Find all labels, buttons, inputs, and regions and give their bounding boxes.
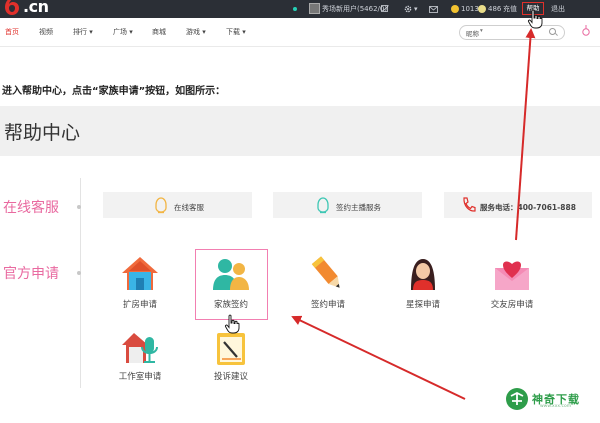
tile-label: 星探申请 bbox=[405, 300, 440, 310]
hand-cursor-icon bbox=[224, 314, 240, 334]
tile-label: 交友房申请 bbox=[490, 300, 534, 310]
pencil-icon bbox=[311, 256, 340, 288]
headset-icon bbox=[317, 197, 329, 214]
nav-item-download[interactable]: 下载 ▾ bbox=[226, 27, 246, 37]
tile-label: 投诉建议 bbox=[213, 372, 248, 382]
hand-cursor-icon bbox=[527, 9, 543, 29]
section-label-official-apply: 官方申请 bbox=[3, 266, 59, 282]
nav-item-games[interactable]: 游戏 ▾ bbox=[186, 27, 206, 37]
tile-label: 家族签约 bbox=[213, 300, 248, 310]
chevron-down-icon[interactable]: ▾ bbox=[480, 28, 483, 34]
studio-mic-icon bbox=[122, 333, 158, 363]
family-icon bbox=[213, 259, 249, 290]
search-scope-select[interactable]: 昵称 bbox=[466, 28, 479, 38]
avatar[interactable] bbox=[309, 3, 320, 14]
nav-item-square[interactable]: 广场 ▾ bbox=[113, 27, 133, 37]
silver-coin-count: 486 bbox=[488, 5, 502, 13]
search-icon[interactable] bbox=[549, 28, 556, 35]
nav-item-mall[interactable]: 商城 bbox=[152, 27, 166, 37]
arrow-to-family-sign bbox=[291, 315, 466, 400]
tile-label: 工作室申请 bbox=[118, 372, 162, 382]
page-title: 帮助中心 bbox=[4, 122, 81, 144]
tile-complaint[interactable]: 投诉建议 bbox=[191, 329, 271, 387]
gold-coin-count: 1013 bbox=[461, 5, 479, 13]
section-divider bbox=[80, 178, 81, 388]
pin-icon[interactable] bbox=[581, 25, 591, 37]
tile-talent-scout[interactable]: 星探申请 bbox=[383, 254, 463, 314]
online-service-label: 在线客服 bbox=[174, 203, 204, 212]
nav-item-home[interactable]: 首页 bbox=[5, 27, 19, 37]
tile-expand-room[interactable]: 扩房申请 bbox=[100, 254, 180, 314]
tile-family-sign[interactable]: 家族签约 bbox=[191, 254, 271, 314]
gear-icon[interactable] bbox=[404, 0, 412, 20]
instruction-text: 进入帮助中心，点击“家族申请”按钮，如图所示： bbox=[2, 86, 226, 97]
watermark-url: www.xxx.com bbox=[540, 404, 572, 409]
watermark-logo-icon bbox=[506, 388, 528, 410]
account-name[interactable]: 秀场新用户(5462/0) bbox=[322, 0, 387, 18]
contract-anchor-service-label: 签约主播服务 bbox=[336, 203, 381, 212]
section-label-online-service: 在线客服 bbox=[3, 200, 59, 216]
house-icon bbox=[122, 257, 158, 290]
recharge-link[interactable]: 充值 bbox=[503, 0, 517, 18]
gold-coin-icon bbox=[451, 5, 459, 13]
section-dot bbox=[77, 205, 81, 209]
nav-item-video[interactable]: 视频 bbox=[39, 27, 53, 37]
live-status-dot bbox=[293, 7, 297, 11]
tile-label: 扩房申请 bbox=[122, 300, 157, 310]
tile-studio-apply[interactable]: 工作室申请 bbox=[100, 329, 180, 387]
tile-dating-room[interactable]: 交友房申请 bbox=[472, 254, 552, 314]
mail-icon[interactable] bbox=[429, 0, 438, 20]
tile-contract-apply[interactable]: 签约申请 bbox=[288, 254, 368, 314]
nav-item-ranking[interactable]: 排行 ▾ bbox=[73, 27, 93, 37]
logo-suffix: .cn bbox=[23, 0, 49, 16]
chevron-down-icon[interactable]: ▾ bbox=[414, 0, 418, 18]
service-phone-label: 服务电话：400-7061-888 bbox=[480, 203, 576, 212]
logout-link[interactable]: 退出 bbox=[551, 0, 565, 18]
complaint-note-icon bbox=[217, 333, 245, 365]
silver-coin-icon bbox=[478, 5, 486, 13]
talent-scout-icon bbox=[411, 259, 435, 290]
help-center-header bbox=[0, 106, 600, 156]
headset-icon bbox=[155, 197, 167, 214]
edit-icon[interactable] bbox=[381, 0, 389, 20]
logo-six-icon bbox=[5, 0, 19, 15]
tile-label: 签约申请 bbox=[310, 300, 345, 310]
love-letter-icon bbox=[495, 261, 529, 290]
phone-icon bbox=[463, 197, 476, 212]
section-dot bbox=[77, 271, 81, 275]
